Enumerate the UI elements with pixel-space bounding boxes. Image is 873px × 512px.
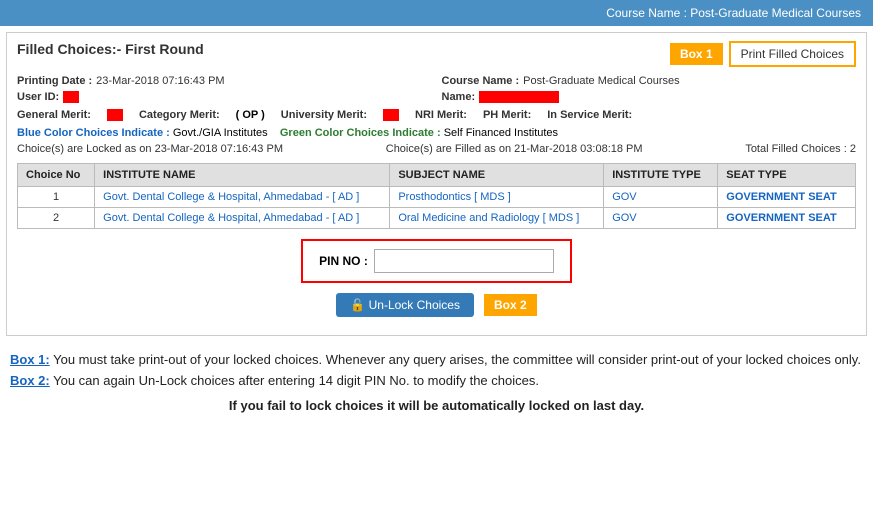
pin-unlock-area: 🔓 Un-Lock Choices Box 2 [336, 293, 536, 317]
box1-label: Box 1 [670, 43, 723, 65]
box1-ref: Box 1: [10, 352, 50, 367]
box2-instruction-text: You can again Un-Lock choices after ente… [50, 373, 539, 388]
locked-as-of: Choice(s) are Locked as on 23-Mar-2018 0… [17, 143, 283, 155]
general-merit-redacted [107, 109, 123, 121]
info-grid: Printing Date : 23-Mar-2018 07:16:43 PM … [17, 75, 856, 103]
table-header-row: Choice No INSTITUTE NAME SUBJECT NAME IN… [18, 164, 856, 187]
university-merit-redacted [383, 109, 399, 121]
printing-date-value: 23-Mar-2018 07:16:43 PM [96, 75, 224, 87]
name-redacted [479, 91, 559, 103]
merit-row: General Merit: Category Merit: ( OP ) Un… [17, 109, 856, 121]
col-choice-no: Choice No [18, 164, 95, 187]
filled-as-of: Choice(s) are Filled as on 21-Mar-2018 0… [386, 143, 643, 155]
box2-ref: Box 2: [10, 373, 50, 388]
header-row: Filled Choices:- First Round Box 1 Print… [17, 41, 856, 67]
name-label: Name: [442, 91, 476, 103]
col-subject-name: SUBJECT NAME [390, 164, 604, 187]
col-institute-type: INSTITUTE TYPE [604, 164, 718, 187]
green-legend-label: Green Color Choices Indicate : [280, 127, 441, 139]
pin-input[interactable] [374, 249, 554, 273]
blue-legend-value: Govt./GIA Institutes [173, 127, 268, 139]
lock-info-row: Choice(s) are Locked as on 23-Mar-2018 0… [17, 143, 856, 155]
cell-subject-name: Oral Medicine and Radiology [ MDS ] [390, 208, 604, 229]
instruction-box2: Box 2: You can again Un-Lock choices aft… [10, 371, 863, 392]
cell-institute-type: GOV [604, 208, 718, 229]
general-merit-label: General Merit: [17, 109, 91, 121]
category-merit-value: ( OP ) [236, 109, 265, 121]
ph-merit-label: PH Merit: [483, 109, 531, 121]
box2-label: Box 2 [484, 294, 537, 316]
unlock-choices-button[interactable]: 🔓 Un-Lock Choices [336, 293, 474, 317]
legend-row: Blue Color Choices Indicate : Govt./GIA … [17, 127, 856, 139]
course-name-label-right: Course Name : [442, 75, 520, 87]
table-row: 1Govt. Dental College & Hospital, Ahmeda… [18, 187, 856, 208]
cell-subject-name: Prosthodontics [ MDS ] [390, 187, 604, 208]
instructions: Box 1: You must take print-out of your l… [0, 342, 873, 424]
user-id-label: User ID: [17, 91, 59, 103]
print-filled-choices-button[interactable]: Print Filled Choices [729, 41, 856, 67]
col-seat-type: SEAT TYPE [718, 164, 856, 187]
category-merit-label: Category Merit: [139, 109, 220, 121]
main-panel: Filled Choices:- First Round Box 1 Print… [6, 32, 867, 336]
total-filled: Total Filled Choices : 2 [745, 143, 856, 155]
nri-merit-label: NRI Merit: [415, 109, 467, 121]
box1-instruction-text: You must take print-out of your locked c… [50, 352, 861, 367]
cell-institute-type: GOV [604, 187, 718, 208]
top-bar: Course Name : Post-Graduate Medical Cour… [0, 0, 873, 26]
col-institute-name: INSTITUTE NAME [95, 164, 390, 187]
printing-date-row: Printing Date : 23-Mar-2018 07:16:43 PM [17, 75, 432, 87]
name-row: Name: [442, 91, 857, 103]
course-name-row: Course Name : Post-Graduate Medical Cour… [442, 75, 857, 87]
pin-row: PIN NO : [301, 239, 572, 283]
user-id-row: User ID: [17, 91, 432, 103]
cell-institute-name: Govt. Dental College & Hospital, Ahmedab… [95, 187, 390, 208]
cell-choice-no: 1 [18, 187, 95, 208]
cell-choice-no: 2 [18, 208, 95, 229]
pin-area: PIN NO : 🔓 Un-Lock Choices Box 2 [17, 239, 856, 317]
final-note: If you fail to lock choices it will be a… [10, 396, 863, 417]
cell-seat-type: GOVERNMENT SEAT [718, 208, 856, 229]
green-legend-value: Self Financed Institutes [444, 127, 558, 139]
course-name-label: Course Name : Post-Graduate Medical Cour… [606, 6, 861, 20]
pin-label: PIN NO : [319, 254, 368, 268]
course-name-value: Post-Graduate Medical Courses [523, 75, 680, 87]
in-service-merit-label: In Service Merit: [547, 109, 632, 121]
print-btn-wrapper: Box 1 Print Filled Choices [670, 41, 856, 67]
table-row: 2Govt. Dental College & Hospital, Ahmeda… [18, 208, 856, 229]
choices-table: Choice No INSTITUTE NAME SUBJECT NAME IN… [17, 163, 856, 229]
instruction-box1: Box 1: You must take print-out of your l… [10, 350, 863, 371]
filled-choices-title: Filled Choices:- First Round [17, 41, 204, 57]
printing-date-label: Printing Date : [17, 75, 92, 87]
user-id-redacted [63, 91, 79, 103]
cell-seat-type: GOVERNMENT SEAT [718, 187, 856, 208]
blue-legend-label: Blue Color Choices Indicate : [17, 127, 170, 139]
university-merit-label: University Merit: [281, 109, 367, 121]
cell-institute-name: Govt. Dental College & Hospital, Ahmedab… [95, 208, 390, 229]
